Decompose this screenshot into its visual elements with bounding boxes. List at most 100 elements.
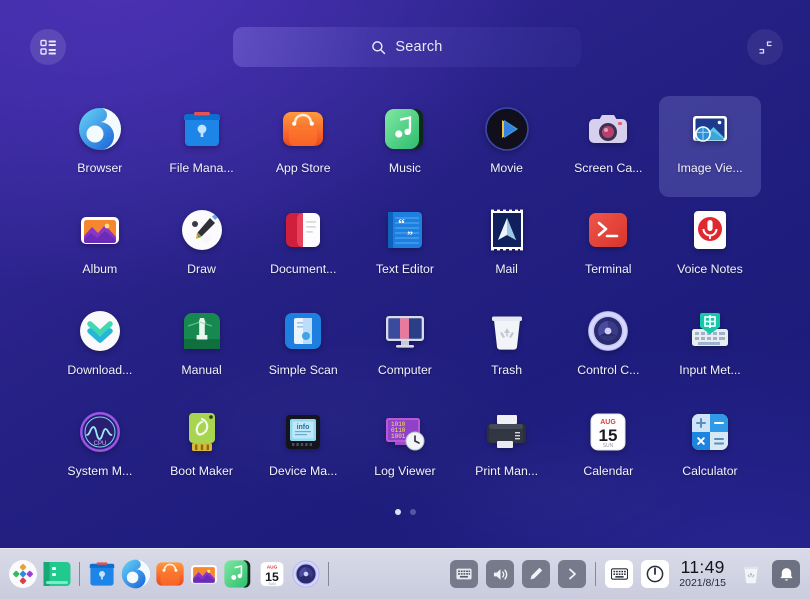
svg-text:info: info — [297, 424, 310, 431]
tray-brightness-button[interactable] — [522, 560, 551, 588]
tray-power-button[interactable] — [641, 560, 670, 588]
chevron-right-icon — [569, 568, 577, 580]
app-label: Voice Notes — [677, 262, 743, 276]
device-manager-icon: info — [280, 409, 326, 455]
movie-icon — [484, 106, 530, 152]
taskbar-running-terminal[interactable] — [40, 554, 74, 594]
computer-icon — [382, 308, 428, 354]
app-draw[interactable]: Draw — [151, 197, 253, 298]
app-computer[interactable]: Computer — [354, 298, 456, 399]
view-toggle-button[interactable] — [30, 29, 66, 65]
svg-text:“: “ — [398, 217, 405, 232]
app-file-manager[interactable]: File Mana... — [151, 96, 253, 197]
app-system-monitor[interactable]: CPU System M... — [49, 399, 151, 500]
app-text-editor[interactable]: “ ” Text Editor — [354, 197, 456, 298]
browser-icon — [77, 106, 123, 152]
taskbar-file-manager[interactable] — [85, 554, 119, 594]
clock-time: 11:49 — [680, 557, 725, 577]
taskbar-album[interactable] — [187, 554, 221, 594]
tray-show-more-button[interactable] — [558, 560, 587, 588]
search-input[interactable]: Search — [233, 27, 581, 67]
keyboard-icon — [610, 568, 628, 580]
app-movie[interactable]: Movie — [456, 96, 558, 197]
bell-icon — [779, 567, 793, 581]
app-label: Manual — [181, 363, 222, 377]
calendar-weekday: SUN — [603, 443, 614, 449]
app-label: Terminal — [585, 262, 632, 276]
app-app-store[interactable]: App Store — [252, 96, 354, 197]
app-label: System M... — [67, 464, 133, 478]
app-print-manager[interactable]: Print Man... — [456, 399, 558, 500]
control-center-icon — [292, 560, 320, 588]
app-label: Trash — [491, 363, 523, 377]
pen-icon — [530, 567, 543, 580]
app-boot-maker[interactable]: Boot Maker — [151, 399, 253, 500]
taskbar-divider-3 — [595, 562, 597, 586]
app-album[interactable]: Album — [49, 197, 151, 298]
desktop-launcher: Search Browser File Mana... App Store Mu… — [0, 0, 810, 599]
screen-capture-icon — [585, 106, 631, 152]
tray-notification-button[interactable] — [772, 560, 800, 588]
voice-notes-icon — [687, 207, 733, 253]
app-image-viewer[interactable]: Image Vie... — [659, 96, 761, 197]
log-viewer-icon: 1010 0110 1001 — [382, 409, 428, 455]
tray-onscreen-keyboard-button[interactable] — [605, 560, 634, 588]
app-label: Document... — [270, 262, 337, 276]
downloader-icon — [77, 308, 123, 354]
app-downloader[interactable]: Download... — [49, 298, 151, 399]
app-label: Browser — [77, 161, 123, 175]
app-mail[interactable]: Mail — [456, 197, 558, 298]
image-viewer-icon — [687, 106, 733, 152]
trash-icon — [484, 308, 530, 354]
launcher-button[interactable] — [6, 554, 40, 594]
app-label: Mail — [495, 262, 518, 276]
print-manager-icon — [484, 409, 530, 455]
terminal-window-icon — [43, 562, 71, 586]
app-log-viewer[interactable]: 1010 0110 1001 Log Viewer — [354, 399, 456, 500]
app-browser[interactable]: Browser — [49, 96, 151, 197]
page-dot-1[interactable] — [394, 509, 401, 515]
app-store-icon — [156, 562, 184, 586]
app-input-method[interactable]: Input Met... — [659, 298, 761, 399]
app-manual[interactable]: Manual — [151, 298, 253, 399]
app-calculator[interactable]: Calculator — [659, 399, 761, 500]
collapse-button[interactable] — [747, 29, 783, 65]
app-label: Calculator — [682, 464, 738, 478]
launcher-top-bar: Search — [0, 0, 810, 94]
app-terminal[interactable]: Terminal — [557, 197, 659, 298]
app-control-center[interactable]: Control C... — [557, 298, 659, 399]
app-document[interactable]: Document... — [252, 197, 354, 298]
search-icon — [372, 40, 386, 54]
speaker-icon — [493, 568, 508, 580]
app-label: Image Vie... — [677, 161, 743, 175]
app-device-manager[interactable]: info Device Ma... — [252, 399, 354, 500]
tray-input-method-button[interactable] — [450, 560, 479, 588]
taskbar-app-store[interactable] — [153, 554, 187, 594]
taskbar-trash-button[interactable] — [734, 554, 768, 594]
taskbar-divider — [79, 562, 80, 586]
app-label: Device Ma... — [269, 464, 338, 478]
app-calendar[interactable]: AUG 15 SUN Calendar — [557, 399, 659, 500]
tray-volume-button[interactable] — [486, 560, 515, 588]
calendar-icon: AUG 15 SUN — [585, 409, 631, 455]
app-label: Draw — [187, 262, 216, 276]
taskbar-control-center[interactable] — [289, 554, 323, 594]
app-simple-scan[interactable]: Simple Scan — [252, 298, 354, 399]
taskbar-clock[interactable]: 11:49 2021/8/15 — [679, 558, 726, 590]
app-label: File Mana... — [169, 161, 234, 175]
launcher-icon — [9, 560, 37, 588]
power-icon — [646, 565, 664, 583]
app-screen-capture[interactable]: Screen Ca... — [557, 96, 659, 197]
system-monitor-icon: CPU — [77, 409, 123, 455]
taskbar-divider-2 — [328, 562, 329, 586]
app-trash[interactable]: Trash — [456, 298, 558, 399]
calendar-month: AUG — [601, 419, 617, 426]
taskbar-calendar[interactable]: AUG 15 SUN — [255, 554, 289, 594]
app-music[interactable]: Music — [354, 96, 456, 197]
taskbar-browser[interactable] — [119, 554, 153, 594]
svg-text:SUN: SUN — [268, 582, 276, 586]
page-dot-2[interactable] — [409, 509, 416, 515]
app-voice-notes[interactable]: Voice Notes — [659, 197, 761, 298]
search-placeholder: Search — [395, 39, 443, 55]
taskbar-music[interactable] — [221, 554, 255, 594]
